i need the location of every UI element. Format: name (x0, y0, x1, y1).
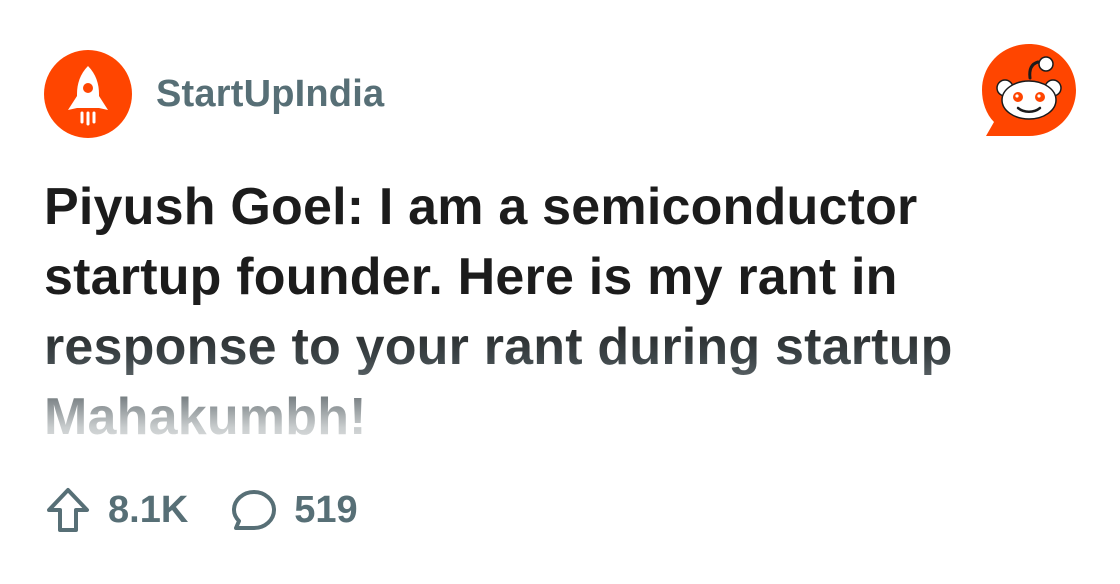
post-title[interactable]: Piyush Goel: I am a semiconductor startu… (44, 172, 1054, 452)
comment-stat[interactable]: 519 (230, 486, 358, 534)
subreddit-avatar[interactable] (44, 50, 132, 138)
post-card[interactable]: StartUpIndia Piyush Goel: I am a semicon… (0, 0, 1120, 584)
upvote-arrow-icon[interactable] (44, 486, 92, 534)
post-stats: 8.1K 519 (44, 484, 400, 536)
upvote-stat[interactable]: 8.1K (44, 486, 188, 534)
upvote-count: 8.1K (108, 488, 189, 531)
comment-count: 519 (294, 488, 358, 531)
comment-bubble-icon[interactable] (230, 486, 278, 534)
rocket-icon (68, 66, 108, 126)
reddit-snoo-icon (982, 44, 1076, 136)
post-header: StartUpIndia (44, 50, 384, 138)
subreddit-name[interactable]: StartUpIndia (156, 73, 384, 116)
